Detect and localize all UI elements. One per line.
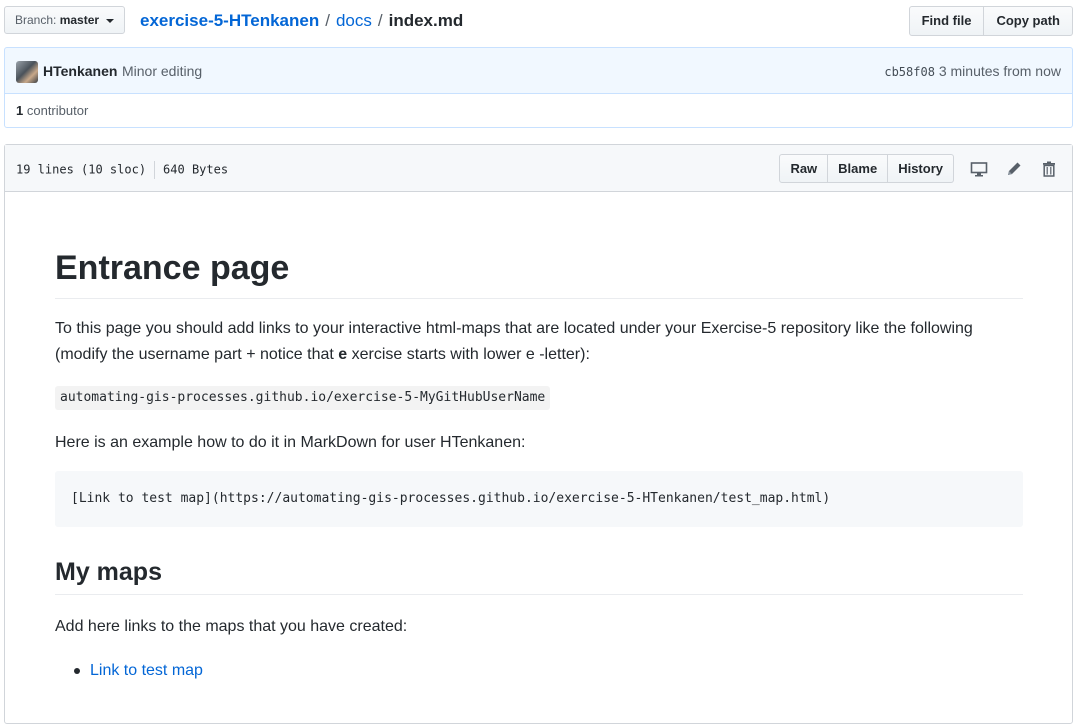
history-button[interactable]: History	[888, 154, 954, 183]
list-item: Link to test map	[55, 658, 203, 684]
contributor-count: 1	[16, 103, 24, 118]
file-nav-buttons: Find file Copy path	[908, 6, 1073, 36]
branch-label: Branch:	[15, 13, 57, 27]
divider	[154, 161, 156, 179]
example-paragraph: Here is an example how to do it in MarkD…	[55, 434, 526, 451]
breadcrumb-dir-link[interactable]: docs	[336, 11, 372, 30]
commit-sha[interactable]: cb58f08	[884, 65, 935, 79]
contributor-label: contributor	[26, 103, 89, 118]
branch-select-button[interactable]: Branch: master	[4, 6, 126, 34]
intro-paragraph: To this page you should add links to you…	[55, 316, 1023, 368]
copy-path-button[interactable]: Copy path	[984, 6, 1073, 36]
section-title: My maps	[55, 556, 1023, 595]
find-file-button[interactable]: Find file	[908, 6, 985, 36]
breadcrumb-separator: /	[325, 11, 330, 30]
intro-text-2: xercise starts with lower e -letter):	[347, 346, 590, 363]
code-block: [Link to test map](https://automating-gi…	[55, 471, 1023, 527]
file-header: 19 lines (10 sloc) 640 Bytes Raw Blame Hi…	[5, 145, 1072, 192]
breadcrumb: exercise-5-HTenkanen / docs / index.md	[140, 10, 463, 32]
file-size: 640 Bytes	[163, 162, 229, 177]
caret-down-icon	[106, 18, 115, 23]
pencil-icon[interactable]	[1005, 160, 1023, 178]
file-lines: 19 lines (10 sloc)	[16, 162, 147, 177]
breadcrumb-file: index.md	[388, 11, 464, 30]
file-box: 19 lines (10 sloc) 640 Bytes Raw Blame Hi…	[4, 144, 1073, 724]
raw-button[interactable]: Raw	[779, 154, 829, 183]
commit-author[interactable]: HTenkanen	[43, 63, 117, 79]
page-title: Entrance page	[55, 246, 1023, 299]
contributors-bar[interactable]: 1 contributor	[4, 93, 1073, 128]
breadcrumb-repo-link[interactable]: exercise-5-HTenkanen	[140, 11, 319, 30]
blame-button[interactable]: Blame	[828, 154, 889, 183]
branch-name: master	[59, 13, 100, 27]
commit-tease: HTenkanen Minor editing cb58f08 3 minute…	[4, 47, 1073, 94]
breadcrumb-separator: /	[377, 11, 383, 30]
avatar[interactable]	[16, 61, 38, 83]
intro-bold: e	[338, 346, 348, 363]
desktop-icon[interactable]	[970, 160, 988, 178]
maps-list: Link to test map	[55, 658, 203, 684]
inline-code: automating-gis-processes.github.io/exerc…	[55, 386, 551, 410]
trash-icon[interactable]	[1040, 160, 1058, 178]
commit-time: 3 minutes from now	[938, 63, 1061, 79]
maps-paragraph: Add here links to the maps that you have…	[55, 618, 408, 635]
file-actions: Raw Blame History	[779, 154, 954, 183]
test-map-link[interactable]: Link to test map	[90, 662, 203, 679]
commit-message[interactable]: Minor editing	[122, 63, 202, 79]
commit-meta: cb58f08 3 minutes from now	[884, 63, 1061, 79]
file-info: 19 lines (10 sloc) 640 Bytes	[16, 161, 228, 179]
